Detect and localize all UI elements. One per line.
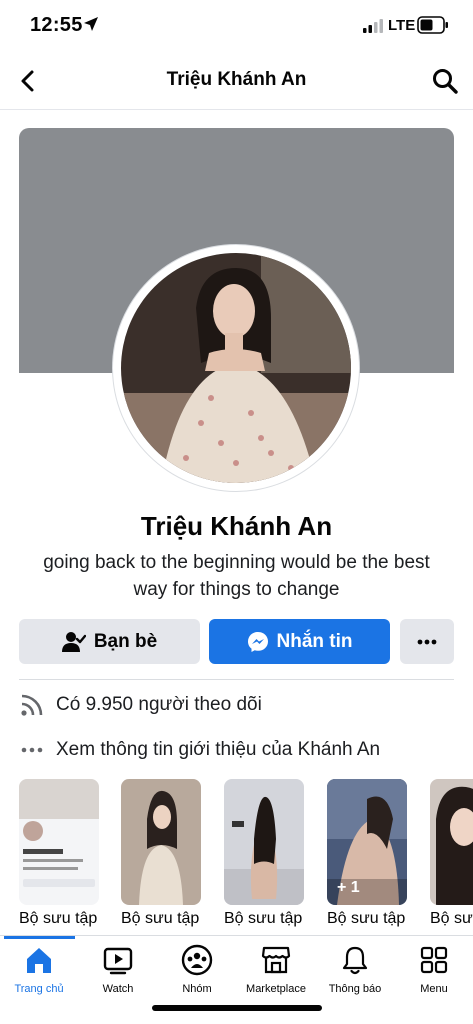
location-arrow-icon xyxy=(84,17,98,31)
followers-count-text: Có 9.950 người theo dõi xyxy=(56,694,262,715)
tab-notifications[interactable]: Thông báo xyxy=(312,944,398,1006)
friend-check-icon xyxy=(61,631,86,652)
section-divider xyxy=(19,679,454,680)
bell-icon xyxy=(342,946,368,975)
watch-icon xyxy=(103,947,133,975)
more-info-dots-icon xyxy=(21,747,43,753)
about-row[interactable]: Xem thông tin giới thiệu của Khánh An xyxy=(19,735,459,765)
tab-label: Nhóm xyxy=(182,983,212,995)
tab-label: Watch xyxy=(102,983,134,995)
tab-watch[interactable]: Watch xyxy=(75,944,161,1006)
friends-button[interactable]: Bạn bè xyxy=(19,619,200,664)
collection-label: Bộ sưu tập xyxy=(327,910,406,927)
battery-icon xyxy=(417,16,448,34)
top-header: Triệu Khánh An xyxy=(0,52,473,110)
groups-icon xyxy=(181,944,213,976)
profile-bio: going back to the beginning would be the… xyxy=(43,552,430,600)
collection-more-badge: + 1 xyxy=(337,879,360,896)
home-indicator xyxy=(152,1005,322,1011)
active-tab-indicator xyxy=(4,936,75,939)
more-dots-icon xyxy=(417,639,437,644)
tab-menu[interactable]: Menu xyxy=(391,944,473,1006)
status-bar: 12:55 LTE xyxy=(0,0,473,52)
profile-avatar[interactable] xyxy=(113,245,359,491)
collection-item[interactable]: Bộ sưu tập xyxy=(224,779,304,928)
home-icon xyxy=(27,948,51,973)
collection-thumbnail xyxy=(224,779,304,905)
messenger-icon xyxy=(247,631,268,652)
tab-label: Menu xyxy=(420,983,448,995)
collection-label: Bộ sưu tập xyxy=(224,910,303,927)
tab-label: Trang chủ xyxy=(14,983,64,995)
tab-label: Marketplace xyxy=(246,983,306,995)
rss-feed-icon xyxy=(21,694,43,716)
collection-thumbnail: + 1 xyxy=(327,779,407,905)
collection-label: Bộ sưu tập xyxy=(19,910,98,927)
collection-thumbnail xyxy=(19,779,99,905)
collections-strip: Bộ sưu tập Bộ sưu tập Bộ sưu tập + 1 Bộ … xyxy=(0,779,473,937)
collection-item[interactable]: Bộ sưu tập xyxy=(19,779,99,928)
search-icon[interactable] xyxy=(430,66,460,96)
profile-name: Triệu Khánh An xyxy=(140,511,333,541)
collection-item[interactable]: Bộ sưu tập xyxy=(121,779,201,928)
more-options-button[interactable] xyxy=(400,619,454,664)
signal-icon xyxy=(363,19,383,33)
page-title: Triệu Khánh An xyxy=(166,69,307,90)
friends-button-label: Bạn bè xyxy=(93,630,158,652)
tab-groups[interactable]: Nhóm xyxy=(154,944,240,1006)
about-link-text: Xem thông tin giới thiệu của Khánh An xyxy=(56,739,381,760)
tab-label: Thông báo xyxy=(328,983,382,995)
network-type: LTE xyxy=(388,17,416,34)
avatar-photo xyxy=(121,253,351,483)
collection-thumbnail xyxy=(430,779,473,905)
collection-item[interactable]: Bộ sưu tập xyxy=(430,779,473,928)
marketplace-icon xyxy=(261,946,291,974)
message-button-label: Nhắn tin xyxy=(276,630,353,652)
collection-label: Bộ sưu tập xyxy=(430,910,473,927)
status-time: 12:55 xyxy=(30,14,83,36)
menu-grid-icon xyxy=(420,946,448,974)
collection-thumbnail xyxy=(121,779,201,905)
collection-item[interactable]: + 1 Bộ sưu tập xyxy=(327,779,407,928)
collection-label: Bộ sưu tập xyxy=(121,910,200,927)
message-button[interactable]: Nhắn tin xyxy=(209,619,390,664)
tab-marketplace[interactable]: Marketplace xyxy=(233,944,319,1006)
followers-row[interactable]: Có 9.950 người theo dõi xyxy=(19,690,459,720)
tab-home[interactable]: Trang chủ xyxy=(0,944,82,1006)
